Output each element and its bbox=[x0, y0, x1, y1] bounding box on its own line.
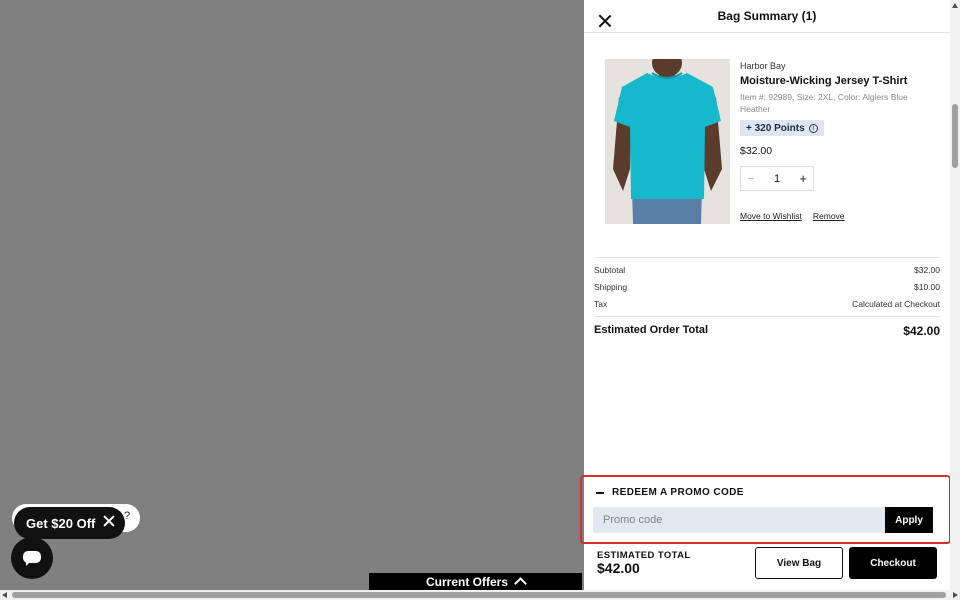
current-offers-label: Current Offers bbox=[425, 574, 508, 589]
divider bbox=[594, 257, 940, 258]
tax-value: Calculated at Checkout bbox=[852, 299, 940, 309]
product-name[interactable]: Moisture-Wicking Jersey T-Shirt bbox=[740, 75, 907, 87]
subtotal-label: Subtotal bbox=[594, 265, 626, 275]
view-bag-button[interactable]: View Bag bbox=[755, 547, 843, 579]
points-label: + 320 Points bbox=[746, 122, 805, 134]
checkout-button[interactable]: Checkout bbox=[849, 547, 937, 579]
drawer-header: Bag Summary (1) bbox=[584, 0, 950, 33]
subtotal-row: Subtotal $32.00 bbox=[594, 265, 940, 275]
chevron-up-icon bbox=[514, 577, 527, 590]
remove-link[interactable]: Remove bbox=[813, 211, 845, 221]
product-price: $32.00 bbox=[740, 145, 773, 157]
page-overlay[interactable] bbox=[0, 0, 584, 590]
vertical-scrollbar[interactable] bbox=[950, 0, 960, 590]
product-image[interactable] bbox=[605, 59, 730, 224]
promo-code-input[interactable] bbox=[593, 507, 885, 533]
minus-icon[interactable]: − bbox=[747, 171, 755, 186]
scroll-thumb[interactable] bbox=[952, 104, 958, 168]
shipping-label: Shipping bbox=[594, 282, 628, 292]
scroll-up-arrow[interactable] bbox=[952, 3, 958, 8]
promo-heading: REDEEM A PROMO CODE bbox=[612, 487, 744, 498]
plus-icon[interactable]: + bbox=[799, 171, 807, 186]
current-offers-bar[interactable]: Current Offers bbox=[369, 573, 582, 590]
minus-icon bbox=[596, 491, 604, 494]
scroll-right-arrow[interactable] bbox=[953, 592, 958, 598]
checkout-footer: ESTIMATED TOTAL $42.00 View Bag Checkout bbox=[584, 545, 950, 590]
subtotal-value: $32.00 bbox=[914, 265, 940, 275]
promo-code-section: REDEEM A PROMO CODE Apply bbox=[580, 475, 951, 544]
apply-button[interactable]: Apply bbox=[885, 507, 933, 533]
tax-row: Tax Calculated at Checkout bbox=[594, 299, 940, 309]
close-icon[interactable] bbox=[102, 514, 116, 528]
shipping-value: $10.00 bbox=[914, 282, 940, 292]
drawer-title: Bag Summary (1) bbox=[717, 9, 817, 23]
get-20-off-label: Get $20 Off bbox=[26, 515, 96, 531]
order-total-label: Estimated Order Total bbox=[594, 324, 709, 336]
chat-teaser-text: ? bbox=[124, 510, 131, 522]
horizontal-scrollbar[interactable] bbox=[0, 590, 960, 600]
product-meta: Item #: 92989, Size: 2XL, Color: Algiers… bbox=[740, 92, 908, 114]
points-badge: + 320 Points i bbox=[740, 120, 824, 136]
order-total-value: $42.00 bbox=[903, 324, 940, 338]
get-20-off-pill[interactable]: Get $20 Off bbox=[14, 507, 125, 539]
scroll-left-arrow[interactable] bbox=[2, 592, 7, 598]
tax-label: Tax bbox=[594, 299, 608, 309]
shipping-row: Shipping $10.00 bbox=[594, 282, 940, 292]
estimated-total-value: $42.00 bbox=[597, 560, 640, 576]
chat-button[interactable] bbox=[11, 537, 53, 579]
move-to-wishlist-link[interactable]: Move to Wishlist bbox=[740, 211, 802, 221]
quantity-value[interactable]: 1 bbox=[774, 173, 780, 185]
quantity-stepper: − 1 + bbox=[740, 166, 814, 191]
product-photo bbox=[605, 59, 730, 224]
promo-code-toggle[interactable]: REDEEM A PROMO CODE bbox=[596, 487, 744, 498]
scroll-thumb[interactable] bbox=[12, 592, 946, 598]
order-total-row: Estimated Order Total $42.00 bbox=[594, 324, 940, 338]
info-icon[interactable]: i bbox=[808, 123, 818, 133]
item-actions: Move to Wishlist Remove bbox=[740, 211, 845, 221]
chat-icon bbox=[23, 551, 41, 566]
divider bbox=[594, 316, 940, 317]
product-brand: Harbor Bay bbox=[740, 61, 786, 71]
bag-summary-drawer: Bag Summary (1) Harbor Bay Moisture-Wick… bbox=[580, 0, 951, 590]
